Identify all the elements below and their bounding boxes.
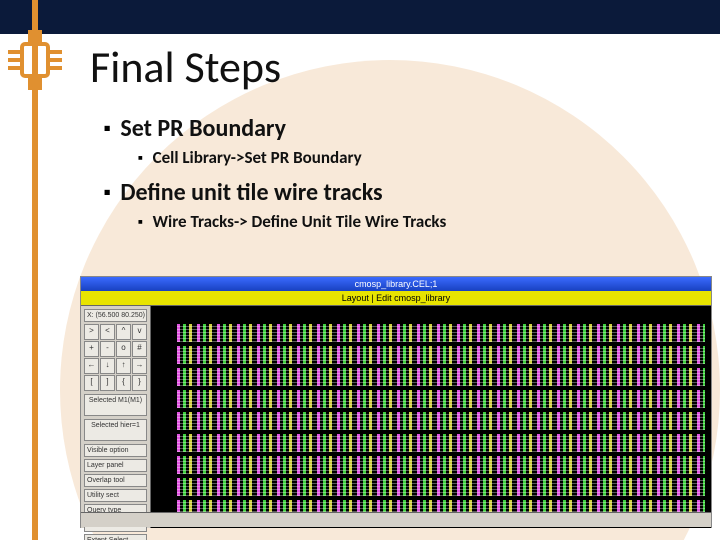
tool-button[interactable]: < [100, 324, 115, 340]
standard-cell-row [177, 412, 705, 430]
chip-ornament-icon [8, 30, 62, 90]
slide-title: Final Steps [90, 40, 710, 94]
option-row[interactable]: Visible option [84, 444, 147, 457]
tool-button[interactable]: v [132, 324, 147, 340]
tool-button[interactable]: ↑ [116, 358, 131, 374]
coord-readout: X: (56.500 80.250) Select = 0 [84, 309, 147, 322]
bullet-define-wire-tracks: Define unit tile wire tracks Wire Tracks… [104, 178, 710, 232]
tool-palette: X: (56.500 80.250) Select = 0 ><^v +-o# ←↓… [81, 306, 151, 528]
tool-button-grid: ><^v +-o# ←↓↑→ []{} [84, 324, 147, 391]
layout-editor-screenshot: cmosp_library.CEL;1 Layout | Edit cmosp_… [80, 276, 712, 528]
tool-button[interactable]: [ [84, 375, 99, 391]
tool-button[interactable]: + [84, 341, 99, 357]
standard-cell-row [177, 456, 705, 474]
tool-button[interactable]: # [132, 341, 147, 357]
option-row[interactable]: Utility sect [84, 489, 147, 502]
option-row[interactable]: Layer panel [84, 459, 147, 472]
standard-cell-row [177, 324, 705, 342]
subbullet-wire-tracks: Wire Tracks-> Define Unit Tile Wire Trac… [138, 211, 710, 232]
selection-panel-b: Selected hier=1 [84, 419, 147, 441]
header-strip [0, 0, 720, 34]
standard-cell-row [177, 434, 705, 452]
tool-button[interactable]: ^ [116, 324, 131, 340]
tool-button[interactable]: ↓ [100, 358, 115, 374]
standard-cell-row [177, 390, 705, 408]
tool-button[interactable]: ← [84, 358, 99, 374]
tool-button[interactable]: o [116, 341, 131, 357]
option-row[interactable]: Extent Select [84, 534, 147, 540]
window-menubar: Layout | Edit cmosp_library [81, 291, 711, 306]
tool-button[interactable]: { [116, 375, 131, 391]
tool-button[interactable]: - [100, 341, 115, 357]
status-bar [81, 512, 711, 527]
layout-canvas[interactable] [151, 306, 711, 528]
tool-button[interactable]: > [84, 324, 99, 340]
tool-button[interactable]: } [132, 375, 147, 391]
standard-cell-row [177, 478, 705, 496]
window-titlebar: cmosp_library.CEL;1 [81, 277, 711, 291]
subbullet-cell-library: Cell Library->Set PR Boundary [138, 147, 710, 168]
tool-button[interactable]: → [132, 358, 147, 374]
standard-cell-row [177, 368, 705, 386]
bullet-set-pr-boundary: Set PR Boundary Cell Library->Set PR Bou… [104, 114, 710, 168]
option-row[interactable]: Overlap tool [84, 474, 147, 487]
tool-button[interactable]: ] [100, 375, 115, 391]
selection-panel-a: Selected M1(M1) [84, 394, 147, 416]
standard-cell-row [177, 346, 705, 364]
